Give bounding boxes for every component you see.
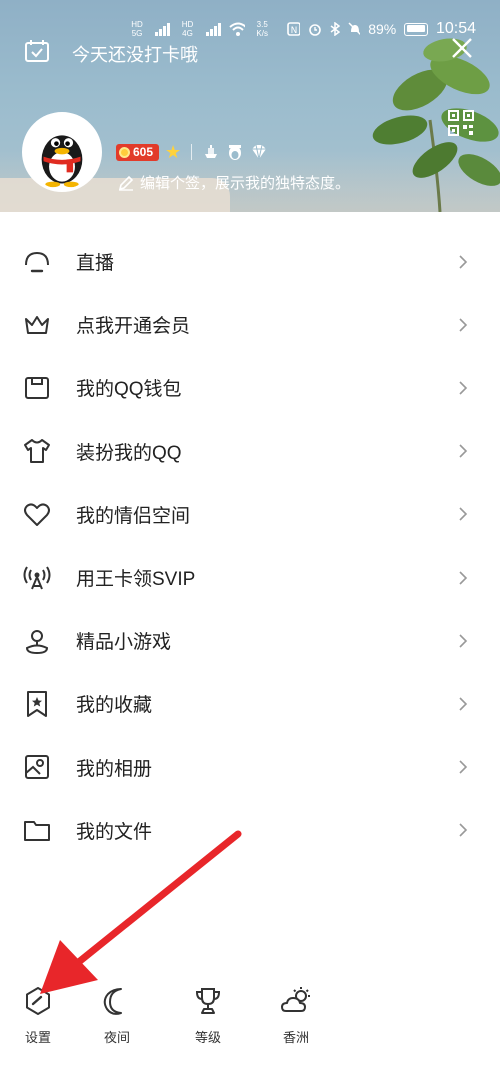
menu-label: 我的情侣空间 bbox=[76, 505, 191, 527]
menu-label: 我的文件 bbox=[76, 821, 153, 843]
menu-label: 用王卡领SVIP bbox=[76, 569, 196, 591]
plant-decoration bbox=[372, 38, 500, 212]
penguin-avatar-icon bbox=[25, 115, 99, 189]
heart-icon bbox=[24, 503, 50, 527]
menu-item-live[interactable]: 直播 bbox=[0, 230, 500, 293]
star-icon: ★ bbox=[165, 142, 182, 162]
signature-row[interactable]: 编辑个签，展示我的独特态度。 bbox=[118, 172, 350, 193]
signal-icon bbox=[155, 23, 171, 36]
weather-button[interactable]: 香洲 bbox=[266, 985, 326, 1046]
moon-icon bbox=[103, 988, 122, 1015]
mute-bell-icon bbox=[347, 22, 361, 36]
profile-header: HD 5G HD 4G 3.5 K/s N 89% 10:54 今天还没打卡哦 bbox=[0, 0, 500, 212]
menu-item-wangka-svip[interactable]: 用王卡领SVIP bbox=[0, 546, 500, 609]
alarm-icon bbox=[309, 24, 321, 36]
chevron-right-icon bbox=[459, 697, 468, 711]
chevron-right-icon bbox=[459, 444, 468, 458]
chevron-right-icon bbox=[459, 507, 468, 521]
menu-label: 精品小游戏 bbox=[76, 632, 172, 654]
wallet-icon bbox=[25, 376, 49, 399]
status-bar: HD 5G HD 4G 3.5 K/s N 89% 10:54 bbox=[128, 18, 476, 40]
menu-item-vip[interactable]: 点我开通会员 bbox=[0, 293, 500, 356]
folder-icon bbox=[24, 821, 50, 842]
game-icon bbox=[25, 629, 49, 654]
chevron-right-icon bbox=[459, 634, 468, 648]
network-indicator-1: HD 5G bbox=[131, 20, 143, 38]
chevron-right-icon bbox=[459, 318, 468, 332]
badge-divider bbox=[191, 144, 193, 160]
nfc-icon: N bbox=[287, 22, 300, 36]
signal-icon bbox=[205, 23, 221, 36]
menu-label: 我的收藏 bbox=[76, 695, 153, 717]
menu-item-couple-space[interactable]: 我的情侣空间 bbox=[0, 483, 500, 546]
settings-button[interactable]: 设置 bbox=[8, 985, 68, 1046]
checkin-prompt[interactable]: 今天还没打卡哦 bbox=[72, 41, 198, 67]
night-label: 夜间 bbox=[103, 1030, 130, 1045]
live-icon bbox=[25, 251, 49, 272]
menu-item-wallet[interactable]: 我的QQ钱包 bbox=[0, 356, 500, 419]
bluetooth-icon bbox=[330, 22, 340, 36]
level-badge[interactable]: 605 bbox=[116, 143, 160, 161]
penguin-badge-icon[interactable] bbox=[226, 143, 244, 161]
signature-text: 编辑个签，展示我的独特态度。 bbox=[140, 175, 351, 192]
crown-icon bbox=[25, 315, 49, 334]
menu-item-mini-games[interactable]: 精品小游戏 bbox=[0, 609, 500, 672]
weather-location-label: 香洲 bbox=[282, 1030, 309, 1045]
weather-cloud-sun-icon bbox=[281, 987, 310, 1012]
level-value: 605 bbox=[133, 145, 154, 159]
settings-hexagon-icon bbox=[26, 987, 50, 1015]
level-button[interactable]: 等级 bbox=[178, 985, 238, 1046]
chevron-right-icon bbox=[459, 570, 468, 585]
drawer-bottom-bar: 设置 夜间 等级 香洲 bbox=[0, 985, 340, 1055]
diamond-icon[interactable] bbox=[250, 143, 268, 161]
chevron-right-icon bbox=[459, 381, 468, 395]
album-icon bbox=[25, 755, 49, 780]
night-mode-button[interactable]: 夜间 bbox=[87, 985, 147, 1046]
battery-icon bbox=[404, 22, 428, 36]
chevron-right-icon bbox=[459, 760, 468, 774]
menu-label: 我的相册 bbox=[76, 758, 153, 780]
calendar-checkin-icon[interactable] bbox=[24, 39, 50, 63]
signal-tower-icon bbox=[23, 566, 51, 589]
drawer-menu: 直播 点我开通会员 我的QQ钱包 装扮我的QQ 我的情侣空间 用王卡领SVIP … bbox=[0, 230, 500, 862]
menu-label: 直播 bbox=[76, 253, 115, 275]
level-label: 等级 bbox=[194, 1030, 221, 1045]
chevron-right-icon bbox=[459, 823, 468, 837]
network-speed: 3.5 K/s bbox=[256, 20, 268, 38]
ship-icon[interactable] bbox=[202, 143, 220, 161]
level-badges[interactable]: 605 ★ bbox=[116, 143, 268, 161]
wifi-icon bbox=[229, 22, 246, 36]
tshirt-icon bbox=[24, 439, 50, 464]
avatar[interactable] bbox=[22, 112, 102, 192]
svg-text:N: N bbox=[291, 26, 298, 36]
qr-code-icon[interactable] bbox=[448, 110, 474, 136]
menu-label: 我的QQ钱包 bbox=[76, 379, 182, 401]
menu-item-files[interactable]: 我的文件 bbox=[0, 799, 500, 862]
chevron-right-icon bbox=[459, 255, 468, 269]
settings-label: 设置 bbox=[24, 1030, 51, 1045]
menu-item-album[interactable]: 我的相册 bbox=[0, 736, 500, 799]
menu-label: 装扮我的QQ bbox=[76, 442, 182, 464]
edit-pen-icon bbox=[118, 175, 134, 191]
trophy-icon bbox=[195, 988, 221, 1014]
bookmark-icon bbox=[27, 690, 47, 717]
menu-label: 点我开通会员 bbox=[76, 316, 191, 338]
sun-icon bbox=[119, 146, 130, 158]
battery-percent: 89% bbox=[368, 21, 397, 37]
network-indicator-2: HD 4G bbox=[181, 20, 194, 38]
menu-item-dressup[interactable]: 装扮我的QQ bbox=[0, 420, 500, 483]
menu-item-favorites[interactable]: 我的收藏 bbox=[0, 672, 500, 735]
close-icon[interactable] bbox=[450, 36, 474, 60]
